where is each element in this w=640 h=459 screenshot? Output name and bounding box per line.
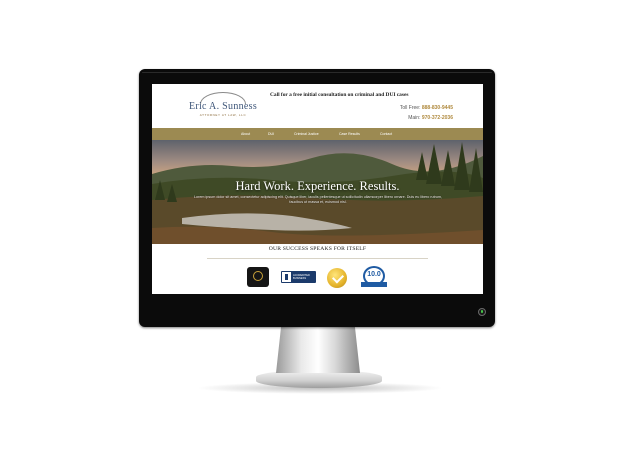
main-phone-number[interactable]: 970-372-2036 [422,115,453,121]
nav-item-contact[interactable]: Contact [380,132,392,136]
toll-free-label: Toll Free: [399,105,421,111]
avvo-score: 10.0 [367,271,381,278]
hero-title: Hard Work. Experience. Results. [235,179,400,193]
success-heading: OUR SUCCESS SPEAKS FOR ITSELF [268,246,367,252]
gold-check-seal-icon[interactable] [327,268,347,288]
bbb-accredited-badge-icon[interactable]: ACCREDITED BUSINESS [281,271,316,283]
nav-item-about[interactable]: About [241,132,250,136]
super-lawyers-badge-icon[interactable] [247,267,269,287]
bbb-torch-icon [282,272,291,282]
logo-subtitle: ATTORNEY AT LAW, LLC [199,113,247,117]
main-phone[interactable]: Main: 970-372-2036 [408,115,453,121]
hero-banner: Hard Work. Experience. Results. Lorem ip… [152,140,483,244]
hero-body-text: Lorem ipsum dolor sit amet, consectetur … [194,195,442,204]
main-phone-label: Main: [408,115,421,121]
avvo-rating-badge-icon[interactable]: 10.0 [361,266,387,290]
nav-item-criminal-justice[interactable]: Criminal Justice [294,132,319,136]
nav-item-dui[interactable]: DUI [268,132,274,136]
consultation-cta: Call for a free initial consultation on … [270,92,409,98]
stand-neck [276,327,360,373]
power-button-icon[interactable] [478,308,486,316]
toll-free-number[interactable]: 888-830-9445 [422,105,453,111]
nav-item-case-results[interactable]: Case Results [339,132,360,136]
bbb-text: ACCREDITED BUSINESS [293,274,310,280]
site-header: Eric A. Sunness ATTORNEY AT LAW, LLC Cal… [152,84,483,128]
main-nav: About DUI Criminal Justice Case Results … [152,128,483,140]
website-screen: Eric A. Sunness ATTORNEY AT LAW, LLC Cal… [152,84,483,294]
toll-free-phone[interactable]: Toll Free: 888-830-9445 [400,105,453,111]
section-divider [207,258,428,259]
logo[interactable]: Eric A. Sunness ATTORNEY AT LAW, LLC [182,92,264,119]
logo-name: Eric A. Sunness [188,101,258,112]
